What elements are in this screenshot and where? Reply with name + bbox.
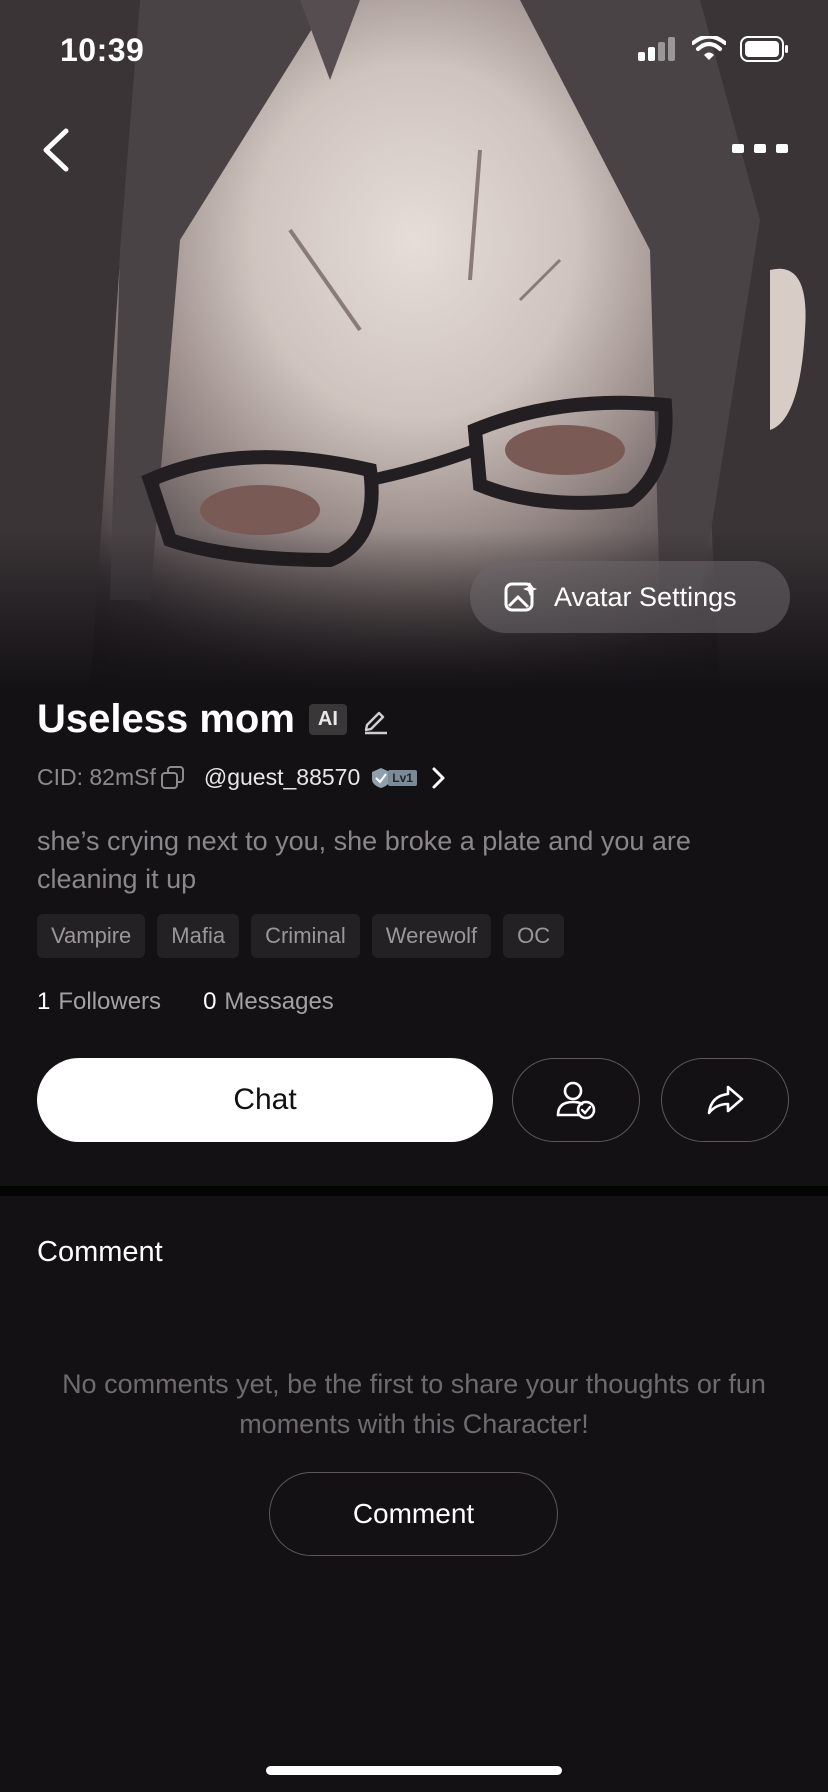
avatar-settings-label: Avatar Settings <box>554 581 737 612</box>
wifi-icon <box>692 36 726 60</box>
stats-row: 1 Followers 0 Messages <box>37 988 334 1016</box>
messages-stat: 0 Messages <box>203 988 334 1016</box>
home-indicator[interactable] <box>266 1766 562 1775</box>
level-label: Lv1 <box>388 769 417 786</box>
level-badge: Lv1 <box>370 767 417 789</box>
copy-icon[interactable] <box>160 765 186 791</box>
share-button[interactable] <box>661 1058 789 1142</box>
tag-criminal[interactable]: Criminal <box>251 914 360 958</box>
back-icon[interactable] <box>36 125 76 175</box>
tag-mafia[interactable]: Mafia <box>157 914 240 958</box>
ai-badge: AI <box>308 704 347 735</box>
status-bar: 10:39 <box>0 0 828 100</box>
creator-handle[interactable]: @guest_88570 <box>204 764 360 791</box>
follow-button[interactable] <box>512 1058 640 1142</box>
section-divider <box>0 1186 828 1196</box>
edit-icon[interactable] <box>361 705 391 735</box>
comment-button[interactable]: Comment <box>269 1472 558 1556</box>
avatar-settings-icon <box>504 582 537 612</box>
messages-count: 0 <box>203 988 217 1015</box>
character-cid: CID: 82mSf <box>37 764 156 790</box>
comment-section-title: Comment <box>37 1236 163 1268</box>
tag-oc[interactable]: OC <box>503 914 565 958</box>
share-icon <box>707 1085 744 1115</box>
followers-label: Followers <box>58 988 162 1015</box>
creator-row: CID: 82mSf @guest_88570 Lv1 <box>37 764 449 791</box>
signal-icon <box>638 37 675 61</box>
tag-werewolf[interactable]: Werewolf <box>371 914 492 958</box>
chevron-right-icon[interactable] <box>429 765 449 791</box>
character-name: Useless mom <box>37 697 295 741</box>
empty-comments-message: No comments yet, be the first to share y… <box>62 1369 766 1439</box>
followers-stat[interactable]: 1 Followers <box>37 988 161 1016</box>
battery-icon <box>740 36 788 62</box>
tag-vampire[interactable]: Vampire <box>37 914 146 958</box>
more-icon[interactable] <box>732 140 788 160</box>
tag-list: Vampire Mafia Criminal Werewolf OC <box>37 914 565 958</box>
follow-user-icon <box>556 1081 596 1120</box>
avatar-settings-button[interactable]: Avatar Settings <box>470 561 790 633</box>
status-time: 10:39 <box>60 32 145 68</box>
messages-label: Messages <box>224 988 334 1015</box>
chat-button[interactable]: Chat <box>37 1058 493 1142</box>
character-description: she’s crying next to you, she broke a pl… <box>37 826 691 894</box>
character-name-row: Useless mom AI <box>37 697 391 742</box>
followers-count: 1 <box>37 988 51 1015</box>
